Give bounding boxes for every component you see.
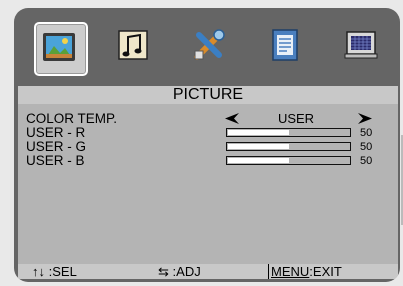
arrow-right-icon[interactable]: [358, 113, 372, 127]
user-b-slider-fill: [228, 158, 289, 163]
color-temp-label: COLOR TEMP.: [26, 111, 118, 126]
user-b-slider[interactable]: [226, 156, 351, 165]
adjust-hint: ⇆ :ADJ: [158, 264, 201, 279]
up-down-arrows-icon: ↑↓: [32, 264, 45, 279]
select-hint-label: :SEL: [48, 264, 77, 279]
footer-hints: ↑↓ :SEL ⇆ :ADJ MENU:EXIT: [18, 264, 398, 279]
screen-icon[interactable]: [338, 22, 388, 72]
settings-list: COLOR TEMP. USER USER - R 50 USER - G 50…: [18, 104, 398, 264]
adjust-hint-label: :ADJ: [172, 264, 201, 279]
user-b-row[interactable]: USER - B 50: [26, 154, 392, 168]
user-r-label: USER - R: [26, 125, 86, 140]
left-right-arrows-icon: ⇆: [158, 264, 169, 279]
page-title: PICTURE: [18, 86, 398, 104]
exit-hint: MENU:EXIT: [268, 264, 342, 279]
setup-icon[interactable]: [186, 22, 236, 72]
user-g-slider[interactable]: [226, 142, 351, 151]
user-g-slider-fill: [228, 144, 289, 149]
menu-key: MENU: [268, 264, 310, 279]
sound-icon[interactable]: [110, 22, 160, 72]
picture-panel: PICTURE COLOR TEMP. USER USER - R 50 USE…: [18, 86, 398, 279]
user-g-value: 50: [360, 141, 373, 153]
features-icon[interactable]: [262, 22, 312, 72]
color-temp-row[interactable]: COLOR TEMP. USER: [26, 112, 392, 126]
user-r-value: 50: [360, 127, 373, 139]
user-r-slider[interactable]: [226, 128, 351, 137]
user-g-row[interactable]: USER - G 50: [26, 140, 392, 154]
user-r-slider-fill: [228, 130, 289, 135]
user-g-label: USER - G: [26, 139, 87, 154]
user-r-row[interactable]: USER - R 50: [26, 126, 392, 140]
select-hint: ↑↓ :SEL: [32, 264, 77, 279]
osd-menu: PICTURE COLOR TEMP. USER USER - R 50 USE…: [14, 8, 400, 282]
exit-hint-label: :EXIT: [309, 264, 342, 279]
color-temp-value: USER: [277, 111, 315, 126]
picture-icon[interactable]: [34, 22, 88, 76]
arrow-left-icon[interactable]: [225, 113, 239, 127]
user-b-label: USER - B: [26, 153, 85, 168]
user-b-value: 50: [360, 155, 373, 167]
menu-icon-bar: [14, 8, 400, 88]
